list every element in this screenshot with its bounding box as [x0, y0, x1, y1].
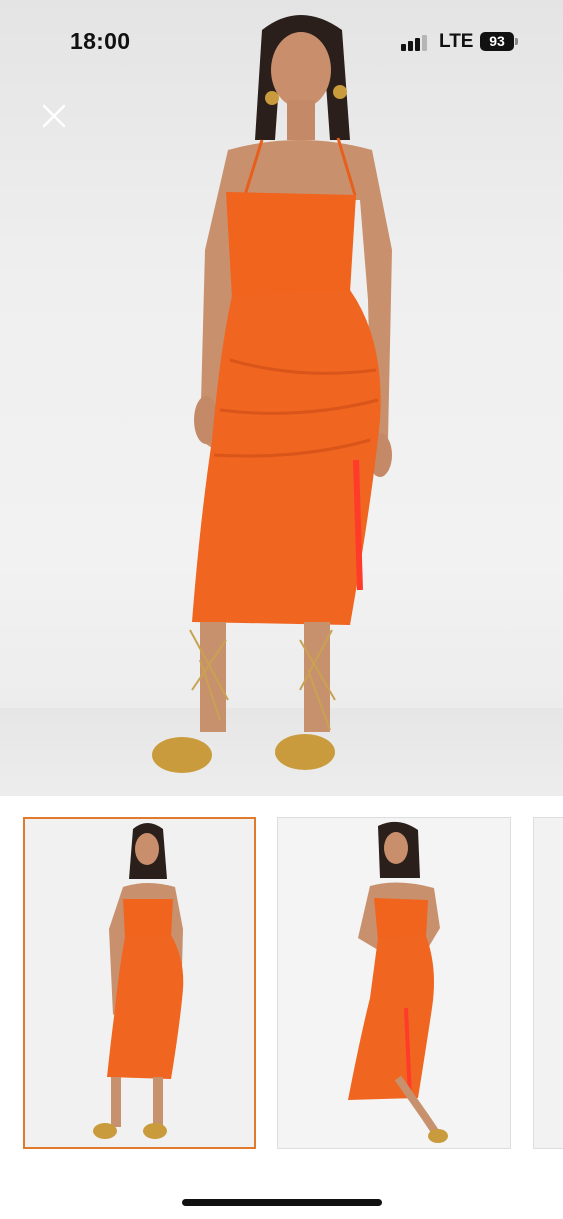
thumbnail-1-image [93, 823, 184, 1139]
model-in-orange-dress [152, 15, 392, 773]
thumbnail-2[interactable] [277, 817, 511, 1149]
thumbnail-2-image [348, 821, 448, 1143]
status-bar: 18:00 LTE 93 [0, 0, 563, 84]
thumbnail-3-partial[interactable] [533, 817, 563, 1149]
network-type: LTE [439, 31, 474, 52]
main-product-image[interactable] [0, 0, 563, 796]
signal-icon [401, 34, 429, 51]
battery-icon: 93 [480, 32, 514, 51]
home-indicator[interactable] [182, 1199, 382, 1206]
close-button[interactable] [40, 102, 68, 130]
battery-tip [515, 38, 518, 45]
thumbnail-1-selected[interactable] [23, 817, 256, 1149]
close-icon [42, 104, 66, 128]
status-time: 18:00 [70, 28, 131, 54]
